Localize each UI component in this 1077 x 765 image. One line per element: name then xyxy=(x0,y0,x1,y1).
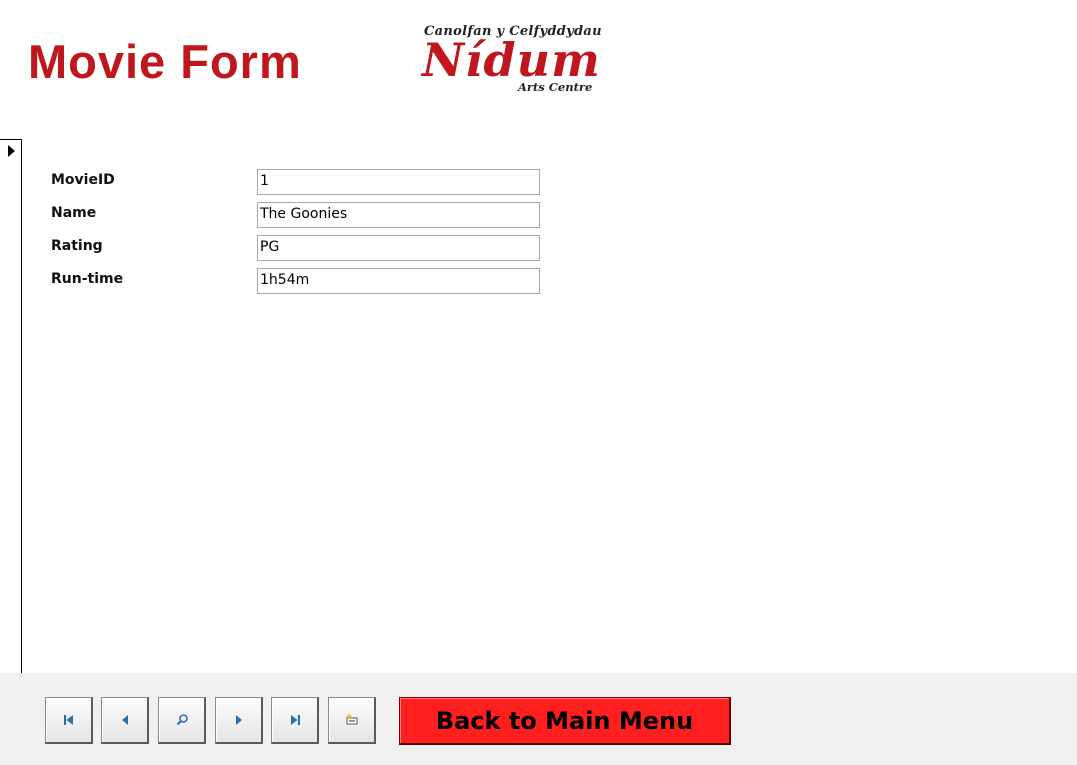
logo-bottom-text: Arts Centre xyxy=(518,80,593,94)
previous-record-button[interactable] xyxy=(101,697,149,744)
movieid-label: MovieID xyxy=(51,172,115,188)
rating-field[interactable]: PG xyxy=(257,235,540,261)
current-record-icon xyxy=(8,145,15,157)
find-record-button[interactable] xyxy=(158,697,206,744)
new-record-icon xyxy=(345,713,357,725)
form-title: Movie Form xyxy=(28,35,302,88)
logo-main-text: Nídum xyxy=(422,33,601,87)
search-icon xyxy=(176,714,188,726)
runtime-label: Run-time xyxy=(51,271,124,287)
previous-record-icon xyxy=(121,715,128,725)
last-record-icon xyxy=(290,715,300,725)
back-to-main-menu-button[interactable]: Back to Main Menu xyxy=(399,697,731,745)
movieid-field[interactable]: 1 xyxy=(257,169,540,195)
runtime-field[interactable]: 1h54m xyxy=(257,268,540,294)
footer-bar: Back to Main Menu xyxy=(0,673,1077,765)
new-record-button[interactable] xyxy=(328,697,376,744)
first-record-button[interactable] xyxy=(45,697,93,744)
nidum-logo: Canolfan y Celfyddydau Nídum Arts Centre xyxy=(420,24,625,96)
last-record-button[interactable] xyxy=(271,697,319,744)
record-selector[interactable] xyxy=(0,139,22,673)
first-record-icon xyxy=(63,715,73,725)
next-record-icon xyxy=(235,715,242,725)
next-record-button[interactable] xyxy=(215,697,263,744)
name-label: Name xyxy=(51,205,97,221)
record-selector-divider xyxy=(0,139,21,140)
name-field[interactable]: The Goonies xyxy=(257,202,540,228)
rating-label: Rating xyxy=(51,238,103,254)
